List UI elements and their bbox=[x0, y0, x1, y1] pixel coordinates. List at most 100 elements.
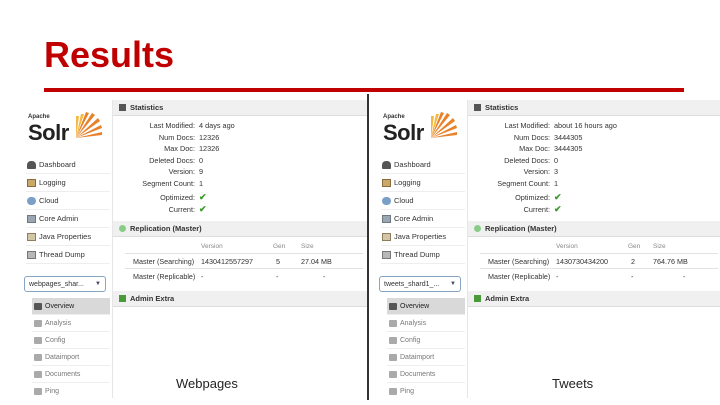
core-subnav: Overview Analysis Config Dataimport Docu… bbox=[387, 298, 465, 398]
nav-thread-dump[interactable]: Thread Dump bbox=[26, 246, 110, 264]
replication-header: Replication (Master) bbox=[113, 221, 367, 237]
solr-panel-webpages: Apache Solr Dashboard Logging Cloud Core… bbox=[22, 100, 367, 398]
documents-icon bbox=[389, 370, 397, 378]
replication-gen: - bbox=[631, 272, 634, 281]
core-admin-icon bbox=[27, 214, 36, 223]
stat-key: Last Modified: bbox=[149, 121, 195, 131]
statistics-header: Statistics bbox=[113, 100, 367, 116]
row-divider bbox=[125, 268, 363, 269]
config-icon bbox=[34, 336, 42, 344]
main-nav: Dashboard Logging Cloud Core Admin Java … bbox=[381, 156, 465, 264]
nav-cloud[interactable]: Cloud bbox=[26, 192, 110, 210]
nav-core-admin[interactable]: Core Admin bbox=[381, 210, 465, 228]
thread-dump-icon bbox=[27, 250, 36, 259]
subnav-ping[interactable]: Ping bbox=[387, 383, 465, 398]
stat-key: Version: bbox=[523, 167, 550, 177]
section-title: Replication (Master) bbox=[130, 224, 202, 233]
stat-key: Num Docs: bbox=[158, 132, 195, 142]
stat-key: Segment Count: bbox=[497, 178, 550, 188]
subnav-config[interactable]: Config bbox=[32, 332, 110, 349]
analysis-icon bbox=[34, 319, 42, 327]
replication-header: Replication (Master) bbox=[468, 221, 720, 237]
nav-label: Java Properties bbox=[39, 232, 92, 241]
solr-sidebar: Apache Solr Dashboard Logging Cloud Core… bbox=[377, 100, 465, 398]
core-selector[interactable]: tweets_shard1_... ▼ bbox=[379, 276, 461, 292]
solr-sidebar: Apache Solr Dashboard Logging Cloud Core… bbox=[22, 100, 110, 398]
java-properties-icon bbox=[27, 232, 36, 241]
subnav-label: Ping bbox=[45, 387, 60, 395]
subnav-overview[interactable]: Overview bbox=[387, 298, 465, 315]
subnav-label: Config bbox=[45, 336, 66, 344]
subnav-documents[interactable]: Documents bbox=[32, 366, 110, 383]
nav-cloud[interactable]: Cloud bbox=[381, 192, 465, 210]
ping-icon bbox=[34, 387, 42, 395]
cloud-icon bbox=[382, 196, 391, 205]
statistics-icon bbox=[119, 104, 126, 111]
subnav-label: Analysis bbox=[45, 319, 72, 327]
column-header-size: Size bbox=[301, 243, 314, 250]
stat-key: Max Doc: bbox=[164, 144, 195, 154]
subnav-label: Overview bbox=[45, 302, 75, 310]
replication-icon bbox=[119, 225, 126, 232]
subnav-config[interactable]: Config bbox=[387, 332, 465, 349]
stat-row-current: Current: ✔ bbox=[113, 204, 367, 216]
stat-value: 4 days ago bbox=[199, 121, 235, 131]
solr-logo[interactable]: Apache Solr bbox=[26, 108, 102, 152]
stat-row: Max Doc: 12326 bbox=[113, 143, 367, 155]
nav-core-admin[interactable]: Core Admin bbox=[26, 210, 110, 228]
statistics-table: Last Modified: 4 days ago Num Docs: 12326 … bbox=[113, 116, 367, 215]
stat-key: Deleted Docs: bbox=[149, 155, 195, 165]
subnav-documents[interactable]: Documents bbox=[387, 366, 465, 383]
core-selector[interactable]: webpages_shar... ▼ bbox=[24, 276, 106, 292]
replication-size: - bbox=[323, 272, 326, 281]
subnav-dataimport[interactable]: Dataimport bbox=[32, 349, 110, 366]
config-icon bbox=[389, 336, 397, 344]
nav-logging[interactable]: Logging bbox=[26, 174, 110, 192]
nav-label: Dashboard bbox=[394, 160, 431, 169]
stat-value: 3444305 bbox=[554, 144, 583, 154]
subnav-analysis[interactable]: Analysis bbox=[387, 315, 465, 332]
stat-value: 12326 bbox=[199, 132, 220, 142]
logging-icon bbox=[382, 178, 391, 187]
nav-thread-dump[interactable]: Thread Dump bbox=[381, 246, 465, 264]
check-icon: ✔ bbox=[554, 203, 562, 214]
stat-row-optimized: Optimized: ✔ bbox=[113, 192, 367, 204]
thread-dump-icon bbox=[382, 250, 391, 259]
replication-row-label: Master (Replicable) bbox=[133, 272, 196, 281]
subnav-label: Dataimport bbox=[45, 353, 80, 361]
subnav-dataimport[interactable]: Dataimport bbox=[387, 349, 465, 366]
nav-logging[interactable]: Logging bbox=[381, 174, 465, 192]
logging-icon bbox=[27, 178, 36, 187]
stat-value: about 16 hours ago bbox=[554, 121, 617, 131]
stat-key: Optimized: bbox=[515, 193, 550, 203]
caption-webpages: Webpages bbox=[176, 376, 238, 391]
nav-label: Logging bbox=[394, 178, 421, 187]
subnav-ping[interactable]: Ping bbox=[32, 383, 110, 398]
stat-row: Segment Count: 1 bbox=[113, 178, 367, 190]
title-underline bbox=[44, 88, 684, 92]
overview-main: Statistics Last Modified: about 16 hours … bbox=[467, 100, 720, 398]
nav-dashboard[interactable]: Dashboard bbox=[381, 156, 465, 174]
nav-dashboard[interactable]: Dashboard bbox=[26, 156, 110, 174]
section-title: Statistics bbox=[485, 103, 519, 112]
replication-row-label: Master (Searching) bbox=[488, 257, 550, 266]
stat-value: 1 bbox=[199, 178, 204, 188]
subnav-label: Dataimport bbox=[400, 353, 435, 361]
solr-logo[interactable]: Apache Solr bbox=[381, 108, 457, 152]
core-selector-value: tweets_shard1_... bbox=[384, 280, 440, 288]
nav-java-properties[interactable]: Java Properties bbox=[381, 228, 465, 246]
replication-table: Version Gen Size Master (Searching) 1430… bbox=[468, 237, 720, 309]
replication-size: 764.76 MB bbox=[653, 257, 688, 266]
subnav-analysis[interactable]: Analysis bbox=[32, 315, 110, 332]
statistics-table: Last Modified: about 16 hours ago Num Doc… bbox=[468, 116, 720, 215]
nav-java-properties[interactable]: Java Properties bbox=[26, 228, 110, 246]
row-divider bbox=[125, 253, 363, 254]
stat-value: 3444305 bbox=[554, 132, 583, 142]
subnav-label: Documents bbox=[400, 370, 436, 378]
stat-row: Version: 9 bbox=[113, 166, 367, 178]
subnav-label: Config bbox=[400, 336, 421, 344]
replication-size: - bbox=[683, 272, 686, 281]
subnav-label: Overview bbox=[400, 302, 430, 310]
subnav-overview[interactable]: Overview bbox=[32, 298, 110, 315]
stat-key: Optimized: bbox=[160, 193, 195, 203]
